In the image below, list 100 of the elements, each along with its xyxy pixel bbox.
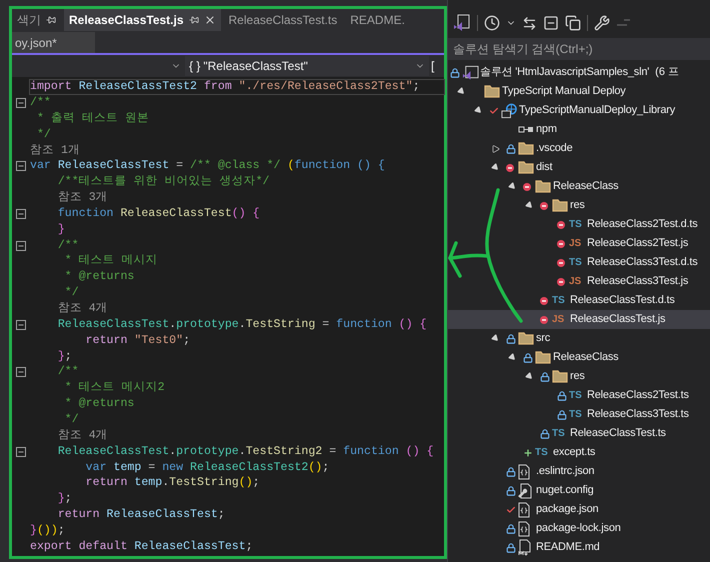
tree-item[interactable]: 솔루션 'HtmlJavascriptSamples_sln' (6 프: [448, 63, 710, 82]
collapse-icon[interactable]: [16, 320, 26, 330]
tree-item[interactable]: JS ReleaseClass3Test.js: [448, 272, 710, 291]
tree-item[interactable]: TS ReleaseClassTest.ts: [448, 424, 710, 443]
javascript-file-icon: JS: [552, 314, 564, 324]
folder-icon: [552, 370, 568, 383]
pin-icon[interactable]: [188, 15, 199, 25]
tree-item[interactable]: package.json: [448, 500, 710, 519]
tree-item[interactable]: TS ReleaseClass2Test.d.ts: [448, 215, 710, 234]
close-icon[interactable]: [204, 14, 216, 26]
markdown-file-icon: [518, 539, 532, 556]
editor-tab[interactable]: ReleaseClassTest.js: [64, 9, 221, 31]
tree-item[interactable]: README.md: [448, 538, 710, 557]
typescript-file-icon: TS: [535, 448, 548, 458]
typescript-file-icon: TS: [569, 220, 582, 230]
tree-item[interactable]: .eslintrc.json: [448, 462, 710, 481]
search-field[interactable]: 솔루션 탐색기 검색(Ctrl+;): [448, 38, 710, 60]
tree-item[interactable]: TypeScript Manual Deploy: [448, 82, 710, 101]
reference-count[interactable]: 참조 3개: [30, 192, 108, 204]
folder-icon: [518, 161, 534, 174]
config-file-icon: [518, 482, 532, 498]
tree-item[interactable]: src: [448, 329, 710, 348]
expanded-arrow-icon[interactable]: [508, 352, 518, 362]
tree-item[interactable]: TS except.ts: [448, 443, 710, 462]
folder-icon: [518, 332, 534, 345]
collapse-icon[interactable]: [16, 98, 26, 108]
collapse-icon[interactable]: [16, 446, 26, 457]
code-line: * 테스트 메시지2: [64, 381, 165, 396]
expanded-arrow-icon[interactable]: [508, 182, 518, 192]
member-dropdown[interactable]: [: [431, 57, 434, 75]
collapse-icon[interactable]: [16, 208, 26, 219]
code-line: ReleaseClassTest.prototype.TestString2 = function () {: [56, 444, 434, 459]
scope-dropdown[interactable]: { } "ReleaseClassTest": [185, 56, 429, 76]
tree-item[interactable]: TS ReleaseClass3Test.d.ts: [448, 253, 710, 272]
code-line: */: [64, 412, 79, 427]
tree-item[interactable]: res: [448, 367, 710, 386]
typescript-file-icon: TS: [569, 410, 582, 420]
collapsed-arrow-icon[interactable]: [492, 144, 500, 152]
tree-item-label: package-lock.json: [536, 521, 621, 536]
code-line: /**: [56, 238, 79, 253]
code-line: return ReleaseClassTest;: [56, 508, 225, 522]
code-line: * 출력 테스트 원본: [36, 112, 149, 126]
copy-icon[interactable]: [565, 15, 581, 31]
javascript-file-icon: JS: [569, 276, 582, 286]
tree-item[interactable]: dist: [448, 158, 710, 177]
tree-item[interactable]: TypeScriptManualDeploy_Library: [448, 101, 710, 120]
tree-item-label: ReleaseClass: [553, 179, 618, 194]
code-line: return temp.TestString();: [84, 476, 260, 490]
expanded-arrow-icon[interactable]: [524, 372, 534, 382]
solution-icon[interactable]: [453, 14, 471, 32]
wrench-icon[interactable]: [594, 15, 610, 31]
code-line: /**: [30, 96, 51, 110]
tree-item-label: ReleaseClassTest.js: [570, 312, 666, 328]
expanded-arrow-icon[interactable]: [474, 106, 484, 116]
tree-item[interactable]: nuget.config: [448, 481, 710, 500]
tree-item[interactable]: ReleaseClass: [448, 177, 710, 196]
code-line: export default ReleaseClassTest;: [30, 540, 253, 554]
editor-tab[interactable]: oy.json*: [12, 32, 95, 53]
tree-item[interactable]: TS ReleaseClass2Test.ts: [448, 386, 710, 405]
tree-item[interactable]: npm: [448, 120, 710, 139]
tree-item-label: ReleaseClass3Test.d.ts: [587, 255, 698, 270]
tree-item[interactable]: .vscode: [448, 139, 710, 158]
typescript-file-icon: TS: [569, 258, 582, 268]
typescript-file-icon: TS: [552, 428, 565, 438]
code-line: import ReleaseClassTest2 from "./res/ReleaseClass2Test";: [30, 80, 444, 94]
collapse-icon[interactable]: [16, 367, 26, 378]
history-icon[interactable]: [484, 15, 500, 31]
tree-item-label: README.md: [536, 540, 600, 556]
expanded-arrow-icon[interactable]: [490, 162, 500, 172]
tree-item[interactable]: ReleaseClass: [448, 348, 710, 367]
tree-item-label: nuget.config: [536, 483, 594, 498]
tree-item[interactable]: TS ReleaseClassTest.d.ts: [448, 291, 710, 310]
tree-item[interactable]: package-lock.json: [448, 519, 710, 538]
tree-item[interactable]: res: [448, 196, 710, 215]
tree-item-label: package.json: [536, 502, 598, 518]
reference-count[interactable]: 참조 4개: [30, 303, 108, 315]
pin-icon[interactable]: [46, 15, 56, 25]
reference-count[interactable]: 참조 4개: [30, 430, 108, 442]
code-line: /**: [56, 365, 79, 380]
tree-item[interactable]: JS ReleaseClass2Test.js: [448, 234, 710, 253]
tree-item-label: ReleaseClass2Test.ts: [587, 388, 689, 404]
collapse-icon[interactable]: [16, 240, 26, 251]
code-line: ReleaseClassTest.prototype.TestString = function () {: [56, 318, 427, 332]
code-line: * 테스트 메시지: [64, 254, 158, 268]
tree-item-label: src: [536, 331, 550, 346]
sync-icon[interactable]: [522, 16, 537, 30]
tree-item-label: dist: [536, 160, 552, 176]
collapse-icon[interactable]: [16, 161, 26, 172]
tree-item[interactable]: TS ReleaseClass3Test.ts: [448, 405, 710, 424]
expanded-arrow-icon[interactable]: [456, 86, 466, 96]
expanded-arrow-icon[interactable]: [490, 334, 500, 344]
json-file-icon: [518, 464, 530, 480]
collapse-all-icon[interactable]: [543, 15, 559, 31]
reference-count[interactable]: 참조 1개: [30, 144, 80, 156]
tree-item-label: ReleaseClass3Test.js: [587, 274, 688, 290]
json-file-icon: [518, 520, 530, 536]
tree-item[interactable]: JS ReleaseClassTest.js: [448, 310, 710, 329]
expanded-arrow-icon[interactable]: [524, 200, 534, 210]
tree-item-label: .eslintrc.json: [536, 464, 594, 480]
code-line: }: [56, 222, 65, 237]
